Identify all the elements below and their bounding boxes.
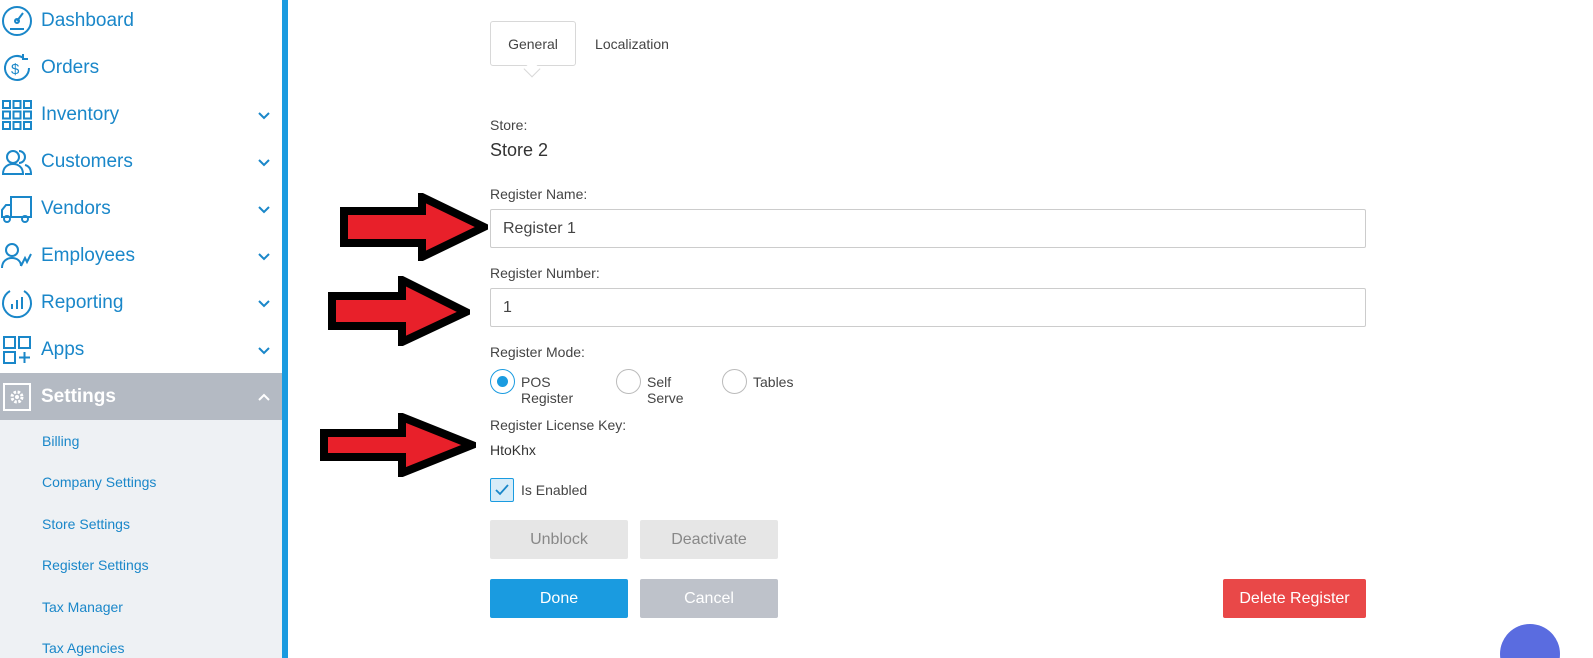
sidebar-item-label: Inventory (41, 103, 120, 125)
app: Dashboard $ Orders Inventory Customers V… (0, 0, 1593, 658)
submenu-item-store-settings[interactable]: Store Settings (42, 516, 130, 532)
tab-localization[interactable]: Localization (584, 21, 680, 66)
sidebar-item-dashboard[interactable]: Dashboard (0, 0, 282, 44)
apps-icon (0, 333, 34, 367)
checkmark-icon (495, 484, 509, 496)
register-number-input[interactable] (490, 288, 1366, 327)
gear-icon (0, 380, 34, 414)
radio-label-pos-register: POS Register (521, 374, 574, 406)
register-form: General Localization Store: Store 2 Regi… (288, 0, 1593, 658)
sidebar: Dashboard $ Orders Inventory Customers V… (0, 0, 282, 658)
tab-general[interactable]: General (490, 21, 576, 66)
chevron-down-icon[interactable] (256, 295, 272, 311)
dashboard-icon (0, 4, 34, 38)
store-value: Store 2 (490, 140, 549, 160)
sidebar-item-employees[interactable]: Employees (0, 232, 282, 279)
delete-register-button[interactable]: Delete Register (1223, 579, 1366, 618)
sidebar-item-customers[interactable]: Customers (0, 138, 282, 185)
submenu-item-tax-manager[interactable]: Tax Manager (42, 599, 123, 615)
sidebar-item-orders[interactable]: $ Orders (0, 44, 282, 91)
sidebar-item-label: Orders (41, 56, 100, 78)
deactivate-button[interactable]: Deactivate (640, 520, 778, 559)
chat-widget-button[interactable] (1500, 624, 1560, 658)
svg-text:$: $ (11, 61, 20, 78)
sidebar-item-settings[interactable]: Settings (0, 373, 282, 420)
license-key-value: HtoKhx (490, 442, 536, 458)
radio-tables[interactable] (722, 369, 747, 394)
chevron-down-icon[interactable] (256, 248, 272, 264)
truck-icon (0, 192, 34, 226)
store-label: Store: (490, 117, 528, 133)
chart-icon (0, 286, 34, 320)
sidebar-item-label: Employees (41, 244, 135, 266)
sidebar-item-reporting[interactable]: Reporting (0, 279, 282, 326)
register-number-label: Register Number: (490, 265, 600, 281)
is-enabled-checkbox[interactable] (490, 478, 514, 502)
radio-label-tables: Tables (753, 374, 794, 390)
annotation-arrow-icon (320, 413, 476, 477)
sidebar-item-label: Vendors (41, 197, 111, 219)
radio-self-serve[interactable] (616, 369, 641, 394)
sidebar-item-inventory[interactable]: Inventory (0, 91, 282, 138)
is-enabled-label: Is Enabled (521, 482, 588, 498)
radio-pos-register[interactable] (490, 369, 515, 394)
register-name-input[interactable] (490, 209, 1366, 248)
sidebar-item-label: Reporting (41, 291, 124, 313)
chevron-down-icon[interactable] (256, 201, 272, 217)
sidebar-item-label: Settings (41, 385, 116, 407)
register-mode-label: Register Mode: (490, 344, 585, 360)
sidebar-item-label: Customers (41, 150, 133, 172)
chevron-down-icon[interactable] (256, 342, 272, 358)
annotation-arrow-icon (328, 276, 470, 346)
radio-label-self-serve: Self Serve (647, 374, 684, 406)
submenu-item-register-settings[interactable]: Register Settings (42, 557, 149, 573)
unblock-button[interactable]: Unblock (490, 520, 628, 559)
submenu-item-company-settings[interactable]: Company Settings (42, 474, 156, 490)
submenu-item-billing[interactable]: Billing (42, 433, 79, 449)
grid-icon (0, 98, 34, 132)
dollar-icon: $ (0, 51, 34, 85)
chevron-up-icon[interactable] (256, 389, 272, 405)
chevron-down-icon[interactable] (256, 154, 272, 170)
register-name-label: Register Name: (490, 186, 588, 202)
sidebar-item-label: Dashboard (41, 9, 134, 31)
users-icon (0, 145, 34, 179)
sidebar-item-label: Apps (41, 338, 85, 360)
cancel-button[interactable]: Cancel (640, 579, 778, 618)
done-button[interactable]: Done (490, 579, 628, 618)
settings-submenu: Billing Company Settings Store Settings … (0, 420, 282, 658)
submenu-item-tax-agencies[interactable]: Tax Agencies (42, 640, 125, 656)
sidebar-item-vendors[interactable]: Vendors (0, 185, 282, 232)
chevron-down-icon[interactable] (256, 107, 272, 123)
annotation-arrow-icon (340, 193, 488, 261)
sidebar-item-apps[interactable]: Apps (0, 326, 282, 373)
employee-icon (0, 239, 34, 273)
license-key-label: Register License Key: (490, 417, 627, 433)
